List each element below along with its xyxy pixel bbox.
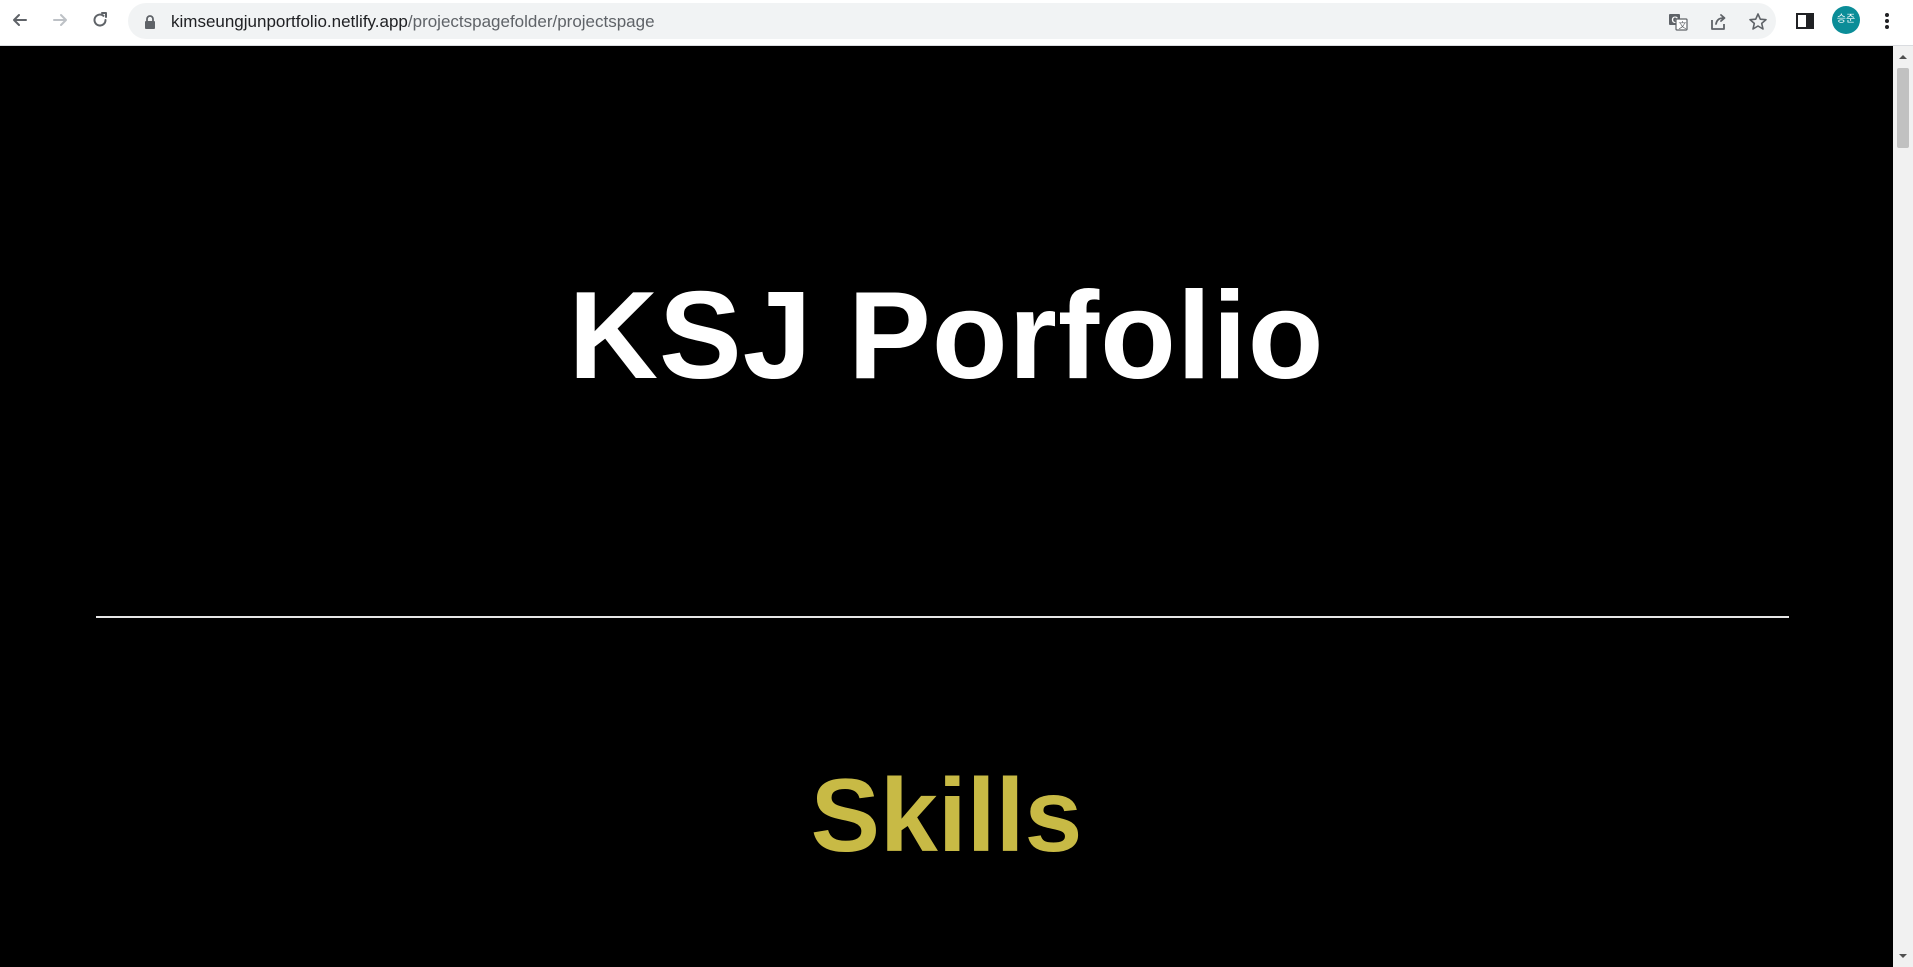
- scroll-up-arrow-icon[interactable]: [1893, 48, 1913, 66]
- page-content: KSJ Porfolio Skills: [0, 46, 1893, 967]
- lock-icon[interactable]: [144, 15, 156, 34]
- url-text[interactable]: kimseungjunportfolio.netlify.app/project…: [171, 12, 655, 32]
- vertical-scrollbar[interactable]: [1893, 46, 1913, 967]
- scroll-down-arrow-icon[interactable]: [1893, 947, 1913, 965]
- url-path: /projectspagefolder/projectspage: [407, 12, 655, 31]
- skills-heading: Skills: [810, 758, 1083, 874]
- address-bar[interactable]: kimseungjunportfolio.netlify.app/project…: [128, 3, 1776, 39]
- side-panel-icon[interactable]: [1794, 10, 1816, 32]
- kebab-menu-icon[interactable]: [1876, 10, 1898, 32]
- star-icon[interactable]: [1748, 12, 1768, 32]
- forward-arrow-icon[interactable]: [48, 8, 72, 32]
- scrollbar-thumb[interactable]: [1897, 68, 1909, 148]
- share-icon[interactable]: [1708, 12, 1728, 32]
- reload-icon[interactable]: [88, 8, 112, 32]
- page-title: KSJ Porfolio: [568, 267, 1325, 405]
- back-arrow-icon[interactable]: [8, 8, 32, 32]
- section-divider: [96, 616, 1789, 618]
- svg-text:文: 文: [1679, 20, 1687, 30]
- browser-toolbar: kimseungjunportfolio.netlify.app/project…: [0, 0, 1913, 46]
- translate-icon[interactable]: G文: [1668, 12, 1688, 32]
- url-domain: kimseungjunportfolio.netlify.app: [171, 12, 408, 31]
- profile-avatar[interactable]: 승준: [1832, 6, 1860, 34]
